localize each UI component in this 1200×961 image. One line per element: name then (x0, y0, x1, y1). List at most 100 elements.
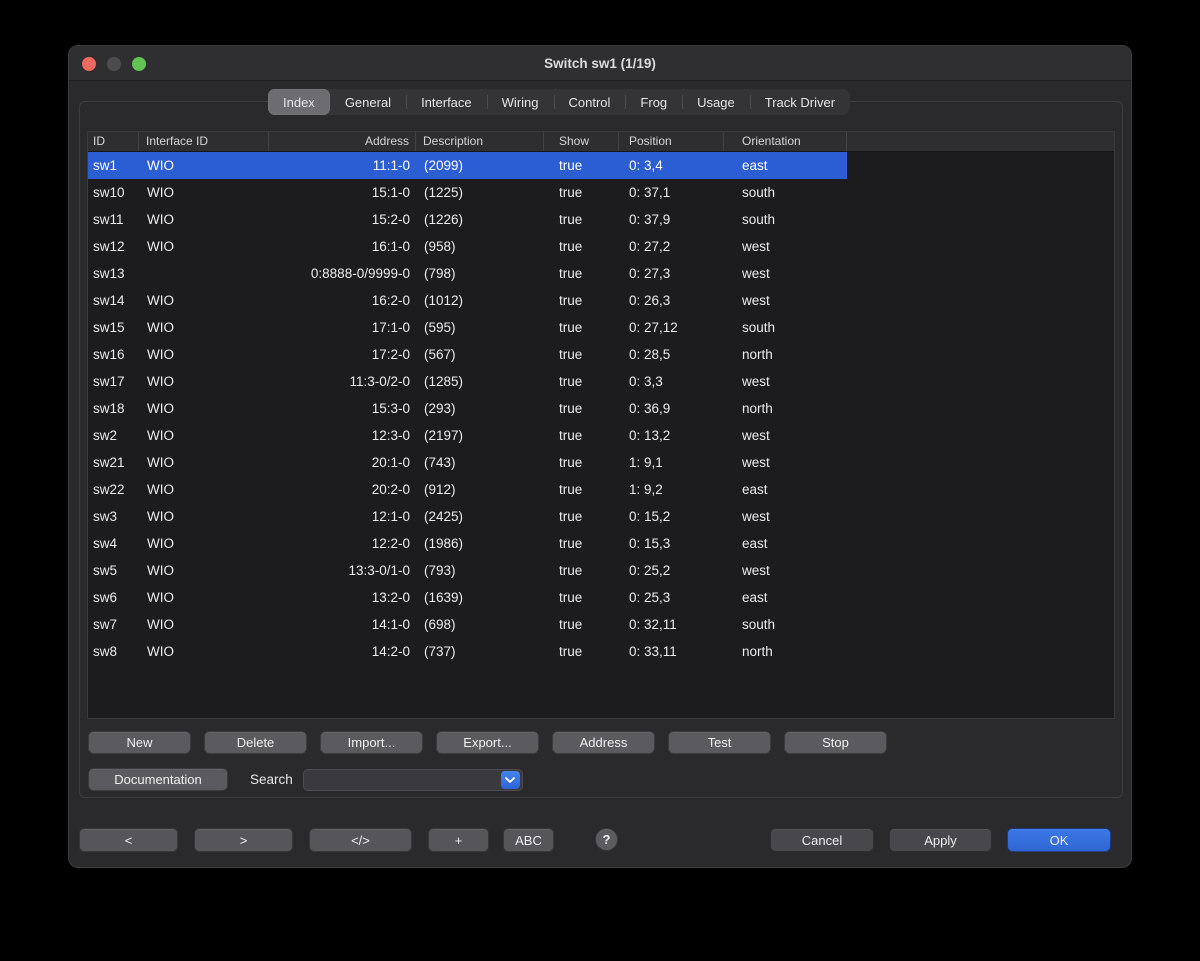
action-button[interactable]: Export... (436, 731, 539, 754)
column-header[interactable]: ID (88, 132, 139, 151)
table-row[interactable]: sw12 WIO 16:1-0 (958) true 0: 27,2 west (88, 233, 847, 260)
column-header[interactable]: Interface ID (139, 132, 269, 151)
action-button[interactable]: Address (552, 731, 655, 754)
abc-button[interactable]: ABC (503, 828, 554, 852)
tab[interactable]: Index (268, 89, 330, 115)
table-row[interactable]: sw13 0:8888-0/9999-0 (798) true 0: 27,3 … (88, 260, 847, 287)
action-button[interactable]: New (88, 731, 191, 754)
table-row[interactable]: sw7 WIO 14:1-0 (698) true 0: 32,11 south (88, 611, 847, 638)
cell-id: sw8 (88, 644, 139, 659)
cell-interface-id: WIO (139, 617, 269, 632)
table-row[interactable]: sw21 WIO 20:1-0 (743) true 1: 9,1 west (88, 449, 847, 476)
cell-address: 15:2-0 (269, 212, 416, 227)
cancel-button[interactable]: Cancel (770, 828, 874, 852)
cell-show: true (544, 293, 619, 308)
cell-interface-id: WIO (139, 320, 269, 335)
cell-id: sw22 (88, 482, 139, 497)
action-button[interactable]: Test (668, 731, 771, 754)
cell-orientation: south (724, 617, 847, 632)
cell-address: 11:1-0 (269, 158, 416, 173)
search-input[interactable] (308, 770, 496, 790)
table-row[interactable]: sw14 WIO 16:2-0 (1012) true 0: 26,3 west (88, 287, 847, 314)
column-header[interactable]: Position (619, 132, 724, 151)
cell-position: 0: 3,3 (619, 374, 724, 389)
switch-table: IDInterface IDAddressDescriptionShowPosi… (88, 132, 1114, 718)
column-header[interactable]: Address (269, 132, 416, 151)
tab[interactable]: Frog (625, 89, 682, 115)
table-row[interactable]: sw2 WIO 12:3-0 (2197) true 0: 13,2 west (88, 422, 847, 449)
cell-id: sw5 (88, 563, 139, 578)
table-row[interactable]: sw5 WIO 13:3-0/1-0 (793) true 0: 25,2 we… (88, 557, 847, 584)
search-combobox[interactable] (303, 769, 523, 791)
documentation-button[interactable]: Documentation (88, 768, 228, 791)
column-header[interactable]: Orientation (724, 132, 847, 151)
cell-description: (737) (416, 644, 544, 659)
table-row[interactable]: sw15 WIO 17:1-0 (595) true 0: 27,12 sout… (88, 314, 847, 341)
cell-interface-id: WIO (139, 185, 269, 200)
next-button[interactable]: > (194, 828, 293, 852)
cell-position: 0: 37,9 (619, 212, 724, 227)
ok-button[interactable]: OK (1007, 828, 1111, 852)
table-row[interactable]: sw17 WIO 11:3-0/2-0 (1285) true 0: 3,3 w… (88, 368, 847, 395)
cell-orientation: north (724, 644, 847, 659)
tab[interactable]: Interface (406, 89, 487, 115)
tab[interactable]: Wiring (487, 89, 554, 115)
cell-description: (1639) (416, 590, 544, 605)
cell-orientation: north (724, 401, 847, 416)
table-row[interactable]: sw10 WIO 15:1-0 (1225) true 0: 37,1 sout… (88, 179, 847, 206)
cell-show: true (544, 320, 619, 335)
cell-show: true (544, 185, 619, 200)
cell-position: 0: 37,1 (619, 185, 724, 200)
table-row[interactable]: sw8 WIO 14:2-0 (737) true 0: 33,11 north (88, 638, 847, 665)
cell-orientation: west (724, 428, 847, 443)
cell-show: true (544, 482, 619, 497)
combo-dropdown-button[interactable] (501, 771, 520, 789)
cell-id: sw7 (88, 617, 139, 632)
table-row[interactable]: sw11 WIO 15:2-0 (1226) true 0: 37,9 sout… (88, 206, 847, 233)
cell-id: sw21 (88, 455, 139, 470)
code-button[interactable]: </> (309, 828, 412, 852)
action-button[interactable]: Import... (320, 731, 423, 754)
cell-orientation: south (724, 185, 847, 200)
help-button[interactable]: ? (595, 828, 618, 851)
cell-position: 0: 25,3 (619, 590, 724, 605)
table-row[interactable]: sw22 WIO 20:2-0 (912) true 1: 9,2 east (88, 476, 847, 503)
column-header[interactable]: Description (416, 132, 544, 151)
cell-interface-id: WIO (139, 347, 269, 362)
cell-interface-id: WIO (139, 644, 269, 659)
column-header[interactable]: Show (544, 132, 619, 151)
table-row[interactable]: sw18 WIO 15:3-0 (293) true 0: 36,9 north (88, 395, 847, 422)
cell-description: (1285) (416, 374, 544, 389)
cell-show: true (544, 536, 619, 551)
cell-interface-id: WIO (139, 401, 269, 416)
cell-address: 17:1-0 (269, 320, 416, 335)
table-row[interactable]: sw1 WIO 11:1-0 (2099) true 0: 3,4 east (88, 152, 847, 179)
apply-button[interactable]: Apply (889, 828, 992, 852)
window-title: Switch sw1 (1/19) (69, 46, 1131, 81)
prev-button[interactable]: < (79, 828, 178, 852)
cell-orientation: west (724, 239, 847, 254)
table-row[interactable]: sw4 WIO 12:2-0 (1986) true 0: 15,3 east (88, 530, 847, 557)
tab[interactable]: General (330, 89, 406, 115)
cell-position: 0: 3,4 (619, 158, 724, 173)
action-button[interactable]: Delete (204, 731, 307, 754)
tab[interactable]: Track Driver (750, 89, 850, 115)
cell-orientation: west (724, 374, 847, 389)
cell-address: 11:3-0/2-0 (269, 374, 416, 389)
cell-id: sw16 (88, 347, 139, 362)
cell-address: 15:3-0 (269, 401, 416, 416)
table-row[interactable]: sw16 WIO 17:2-0 (567) true 0: 28,5 north (88, 341, 847, 368)
cell-id: sw6 (88, 590, 139, 605)
cell-interface-id: WIO (139, 536, 269, 551)
cell-position: 0: 13,2 (619, 428, 724, 443)
cell-address: 20:2-0 (269, 482, 416, 497)
tab[interactable]: Usage (682, 89, 750, 115)
add-button[interactable]: + (428, 828, 489, 852)
cell-description: (1225) (416, 185, 544, 200)
cell-description: (2425) (416, 509, 544, 524)
action-button[interactable]: Stop (784, 731, 887, 754)
tab[interactable]: Control (554, 89, 626, 115)
table-row[interactable]: sw3 WIO 12:1-0 (2425) true 0: 15,2 west (88, 503, 847, 530)
table-row[interactable]: sw6 WIO 13:2-0 (1639) true 0: 25,3 east (88, 584, 847, 611)
cell-position: 0: 26,3 (619, 293, 724, 308)
